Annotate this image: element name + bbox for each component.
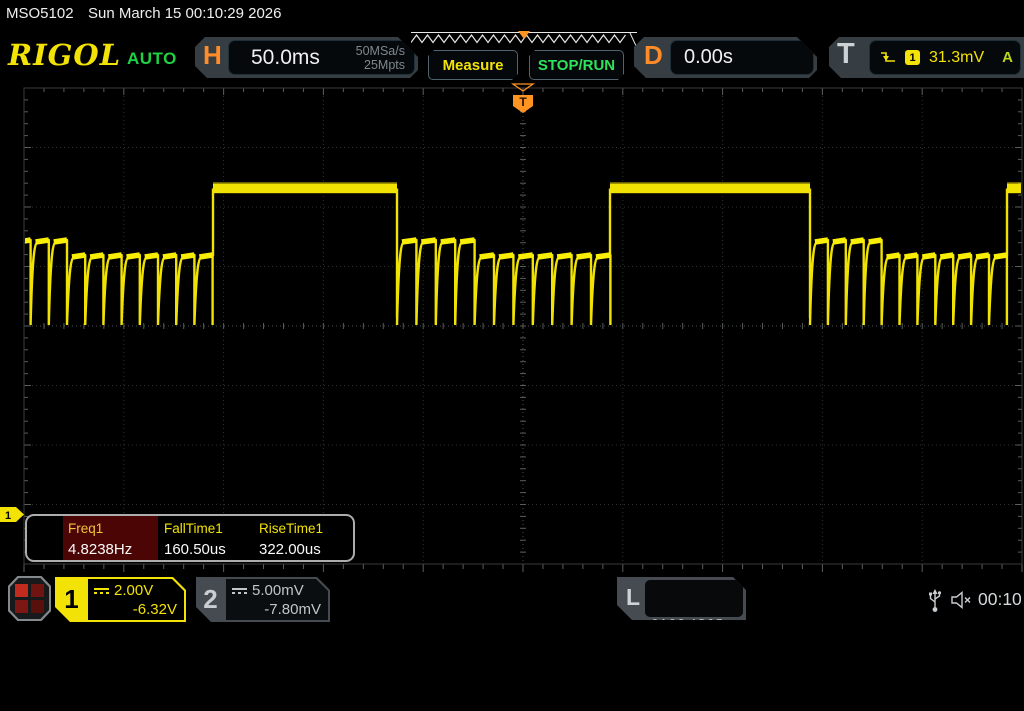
oscilloscope-screen: { "status_bar": {"model": "MSO5102", "da…: [0, 0, 1024, 630]
runtime-clock: 00:10: [978, 589, 1022, 610]
svg-text:1: 1: [5, 510, 11, 522]
measurement-risetime[interactable]: RiseTime1 322.00us: [257, 516, 352, 560]
delay-inner-panel: 0.00s: [670, 40, 814, 75]
digital-channels-list: 0 1 2 3 4 5 6 7 8 9 1011 12131415: [645, 580, 743, 617]
memory-depth: 25Mpts: [356, 58, 405, 72]
delay-label: D: [644, 40, 663, 71]
model-name: MSO5102: [6, 5, 74, 22]
falling-edge-trigger-icon: [880, 51, 896, 65]
measurement-label: FallTime1: [164, 522, 257, 536]
measurement-label: RiseTime1: [259, 522, 352, 536]
rigol-logo: RIGOL: [8, 38, 121, 72]
trigger-source-badge: 1: [905, 50, 920, 65]
channel-1-values: 2.00V -6.32V: [88, 579, 184, 620]
stop-run-button[interactable]: STOP/RUN: [529, 50, 624, 80]
trigger-label: T: [837, 38, 855, 71]
delay-panel[interactable]: D 0.00s: [634, 37, 817, 78]
datetime-label: Sun March 15 00:10:29 2026: [88, 5, 281, 22]
channel-1-scale: 2.00V: [114, 581, 153, 600]
horizontal-label: H: [203, 40, 222, 71]
measure-button-label: Measure: [443, 57, 504, 74]
trigger-panel[interactable]: T 1 31.3mV A: [829, 37, 1024, 78]
measurement-falltime[interactable]: FallTime1 160.50us: [162, 516, 257, 560]
menu-grid-button[interactable]: [8, 576, 51, 621]
stop-run-button-label: STOP/RUN: [538, 57, 615, 74]
trigger-level-value: 31.3mV: [929, 49, 984, 67]
trigger-sweep-mode: A: [1002, 49, 1013, 66]
measurement-label: Freq1: [68, 522, 158, 536]
svg-text:T: T: [519, 95, 527, 109]
status-bar: MSO5102 Sun March 15 00:10:29 2026: [0, 0, 1024, 28]
channel-2-offset: -7.80mV: [232, 600, 321, 619]
timebase-value: 50.0ms: [251, 46, 320, 70]
measurement-results-box[interactable]: Freq1 4.8238Hz FallTime1 160.50us RiseTi…: [25, 514, 355, 562]
horizontal-timebase-panel[interactable]: H 50.0ms 50MSa/s 25Mpts: [195, 37, 418, 78]
dc-coupling-icon: [94, 588, 109, 594]
delay-value: 0.00s: [684, 46, 733, 69]
channel-1-offset: -6.32V: [94, 600, 177, 619]
measurement-value: 4.8238Hz: [68, 541, 158, 558]
measurement-freq[interactable]: Freq1 4.8238Hz: [63, 516, 158, 560]
speaker-muted-icon: [950, 590, 974, 610]
ch1-ground-marker-icon[interactable]: 1: [0, 506, 25, 523]
channel-2-values: 5.00mV -7.80mV: [226, 579, 328, 620]
digital-row-8-15: 8 9 1011 12131415: [652, 663, 743, 679]
measure-button[interactable]: Measure: [428, 50, 518, 80]
measurement-value: 160.50us: [164, 541, 257, 558]
preview-trigger-marker-icon[interactable]: [518, 31, 530, 39]
digital-channels-widget[interactable]: L 0 1 2 3 4 5 6 7 8 9 1011 12131415: [617, 577, 746, 620]
sample-rate: 50MSa/s: [356, 44, 405, 58]
menu-grid-icon: [10, 578, 49, 619]
horizontal-inner-panel: 50.0ms 50MSa/s 25Mpts: [228, 40, 415, 75]
channel-1-widget[interactable]: 1 2.00V -6.32V: [55, 577, 186, 622]
acquire-mode-badge: AUTO: [127, 49, 177, 69]
digital-channels-label: L: [626, 584, 640, 611]
channel-2-widget[interactable]: 2 5.00mV -7.80mV: [196, 577, 330, 622]
usb-icon: [928, 588, 942, 614]
measurement-value: 322.00us: [259, 541, 352, 558]
trigger-inner-panel: 1 31.3mV A: [869, 40, 1021, 75]
channel-2-scale: 5.00mV: [252, 581, 304, 600]
sample-rate-block: 50MSa/s 25Mpts: [356, 44, 405, 72]
trigger-position-marker-icon[interactable]: T: [509, 83, 537, 115]
dc-coupling-icon: [232, 588, 247, 594]
